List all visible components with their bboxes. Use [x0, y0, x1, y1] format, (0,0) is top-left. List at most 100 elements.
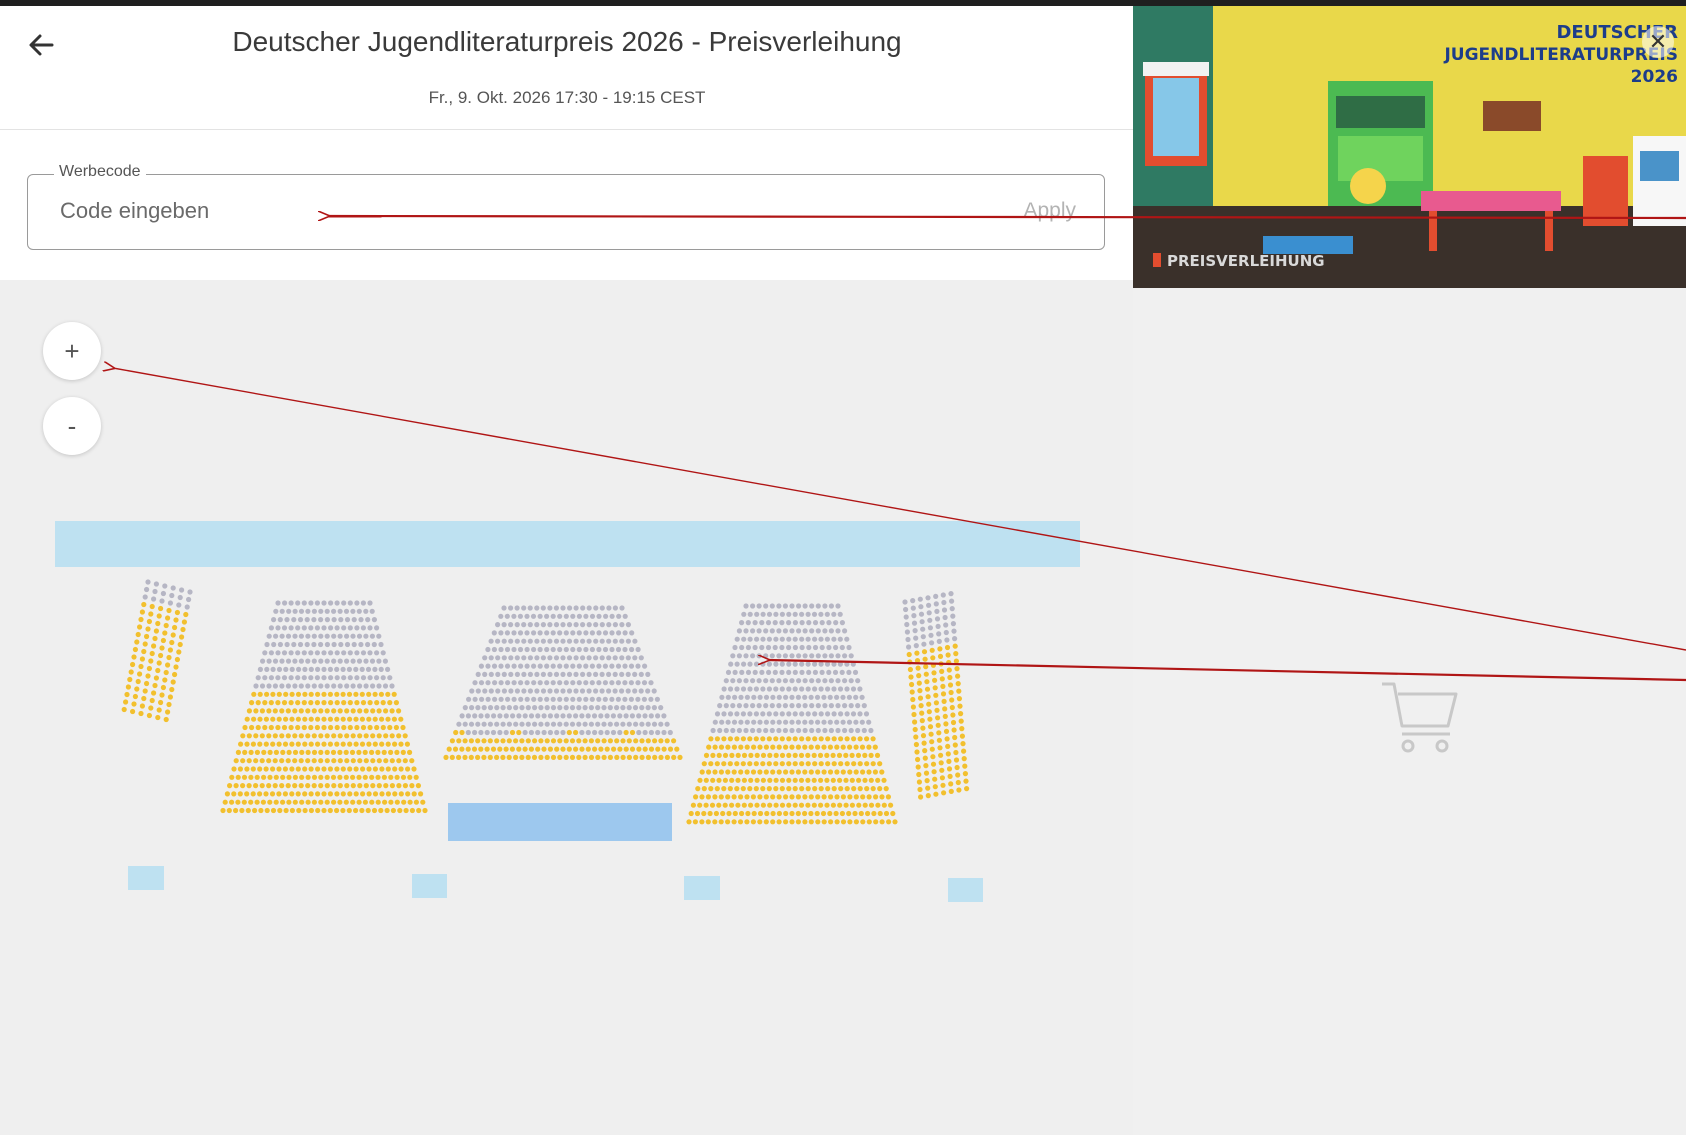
seat[interactable] [620, 738, 626, 744]
seat[interactable] [799, 786, 805, 792]
seat[interactable] [340, 791, 346, 797]
seat[interactable] [260, 658, 266, 664]
seat[interactable] [930, 655, 936, 661]
seat[interactable] [645, 671, 651, 678]
seat[interactable] [254, 799, 260, 805]
seat[interactable] [398, 766, 404, 772]
seat[interactable] [347, 741, 353, 747]
seat[interactable] [798, 777, 805, 783]
seat[interactable] [798, 752, 805, 759]
seat[interactable] [186, 596, 192, 603]
seat[interactable] [344, 733, 350, 739]
seat[interactable] [815, 603, 821, 609]
seat[interactable] [602, 646, 609, 653]
seat[interactable] [327, 791, 333, 797]
seat[interactable] [229, 774, 235, 780]
seat[interactable] [693, 794, 699, 800]
seat[interactable] [747, 761, 753, 767]
seat[interactable] [237, 766, 243, 772]
seat[interactable] [276, 741, 282, 747]
seat[interactable] [607, 738, 614, 744]
seat[interactable] [723, 678, 729, 684]
seat[interactable] [397, 807, 403, 814]
seat[interactable] [338, 641, 344, 648]
seat[interactable] [799, 669, 805, 676]
seat[interactable] [853, 819, 860, 825]
seat[interactable] [585, 729, 591, 736]
seat[interactable] [374, 675, 380, 681]
seat[interactable] [955, 673, 961, 679]
seat[interactable] [915, 764, 921, 770]
seat[interactable] [835, 628, 841, 634]
seat[interactable] [750, 703, 756, 709]
seat[interactable] [738, 694, 744, 700]
seat[interactable] [367, 700, 373, 706]
seat[interactable] [741, 611, 747, 617]
seat[interactable] [944, 644, 951, 651]
seat[interactable] [812, 669, 819, 676]
seat[interactable] [163, 716, 169, 723]
seat[interactable] [799, 761, 805, 767]
seat[interactable] [275, 675, 281, 681]
seat[interactable] [260, 799, 266, 805]
seat[interactable] [849, 752, 855, 759]
seat[interactable] [344, 633, 350, 639]
seat[interactable] [475, 721, 481, 727]
seat[interactable] [498, 696, 504, 702]
seat[interactable] [233, 807, 239, 814]
seat[interactable] [844, 786, 850, 792]
seat[interactable] [557, 663, 563, 669]
seat[interactable] [853, 694, 859, 700]
seat[interactable] [795, 819, 802, 825]
seat-section-right-wing[interactable] [902, 591, 970, 800]
seat[interactable] [277, 617, 283, 623]
seat[interactable] [851, 736, 857, 742]
seat[interactable] [779, 686, 785, 692]
seat[interactable] [638, 671, 644, 678]
seat[interactable] [141, 695, 147, 702]
seat[interactable] [796, 628, 802, 634]
seat[interactable] [844, 661, 850, 667]
seat[interactable] [266, 683, 272, 689]
seat[interactable] [151, 690, 157, 696]
seat[interactable] [747, 636, 753, 642]
seat[interactable] [754, 802, 760, 808]
seat[interactable] [553, 688, 560, 694]
seat[interactable] [904, 621, 910, 628]
seat[interactable] [353, 666, 359, 673]
seat[interactable] [318, 774, 324, 780]
seat[interactable] [718, 744, 725, 750]
seat[interactable] [311, 641, 317, 648]
seat[interactable] [825, 686, 831, 692]
seat[interactable] [350, 608, 356, 614]
seat[interactable] [275, 625, 281, 631]
seat[interactable] [750, 678, 756, 684]
seat[interactable] [615, 696, 622, 702]
seat[interactable] [270, 741, 276, 747]
seat[interactable] [298, 733, 304, 739]
seat[interactable] [334, 650, 340, 656]
seat[interactable] [839, 669, 845, 676]
seat[interactable] [296, 666, 302, 673]
seat[interactable] [744, 694, 751, 700]
seat[interactable] [367, 625, 373, 631]
seat[interactable] [743, 678, 749, 684]
seat[interactable] [527, 655, 534, 661]
seat[interactable] [252, 807, 258, 814]
seat[interactable] [262, 675, 268, 681]
seat[interactable] [645, 688, 651, 694]
seat[interactable] [311, 733, 317, 739]
seat[interactable] [750, 769, 757, 775]
seat[interactable] [550, 630, 556, 636]
seat[interactable] [918, 794, 924, 800]
seat[interactable] [938, 760, 944, 766]
seat[interactable] [744, 719, 750, 725]
seat[interactable] [172, 624, 178, 631]
seat[interactable] [560, 605, 566, 611]
seat[interactable] [947, 773, 953, 780]
seat[interactable] [279, 783, 285, 789]
seat[interactable] [786, 661, 792, 667]
seat[interactable] [739, 620, 745, 626]
seat[interactable] [537, 663, 543, 669]
seat[interactable] [612, 688, 618, 694]
